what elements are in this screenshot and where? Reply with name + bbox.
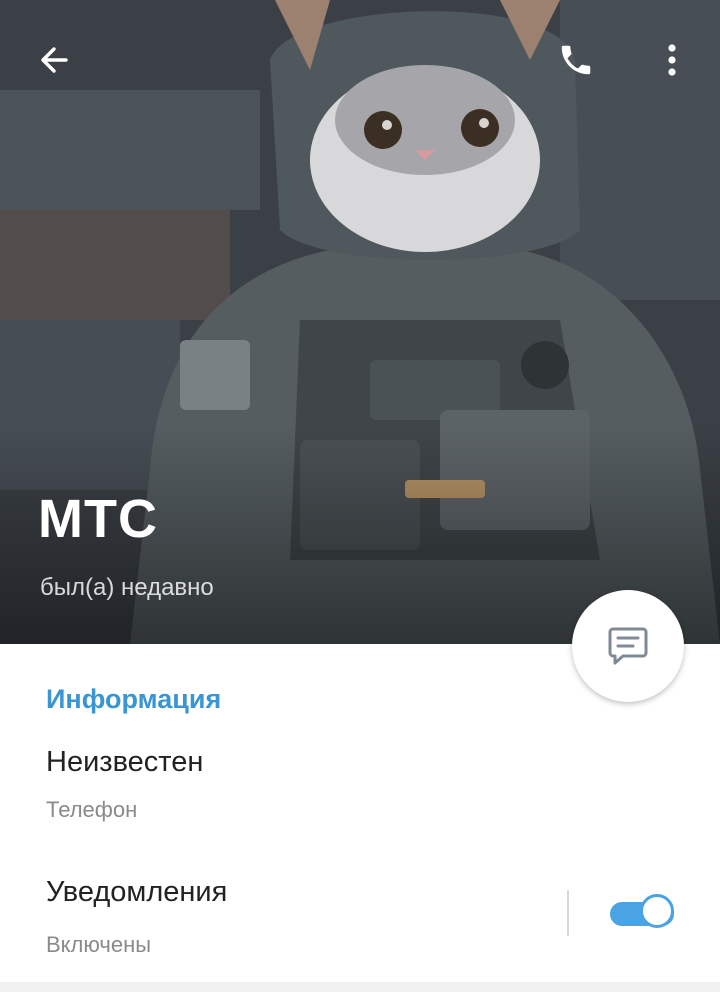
phone-value: Неизвестен (46, 746, 204, 778)
bottom-strip (0, 982, 720, 992)
profile-name: МТС (38, 489, 158, 549)
notifications-toggle[interactable] (610, 894, 676, 934)
message-icon (608, 627, 648, 665)
phone-label: Телефон (46, 797, 138, 822)
toggle-knob (640, 894, 674, 928)
call-button[interactable] (552, 36, 600, 84)
arrow-left-icon (41, 47, 68, 73)
more-vertical-icon (668, 44, 676, 76)
phone-icon (561, 45, 591, 75)
row-divider (567, 890, 569, 936)
send-message-button[interactable] (572, 590, 684, 702)
profile-status: был(а) недавно (40, 574, 214, 601)
notifications-status: Включены (46, 932, 152, 957)
section-title-info: Информация (46, 684, 222, 714)
notifications-title: Уведомления (46, 876, 228, 908)
back-button[interactable] (30, 36, 78, 84)
more-options-button[interactable] (648, 36, 696, 84)
